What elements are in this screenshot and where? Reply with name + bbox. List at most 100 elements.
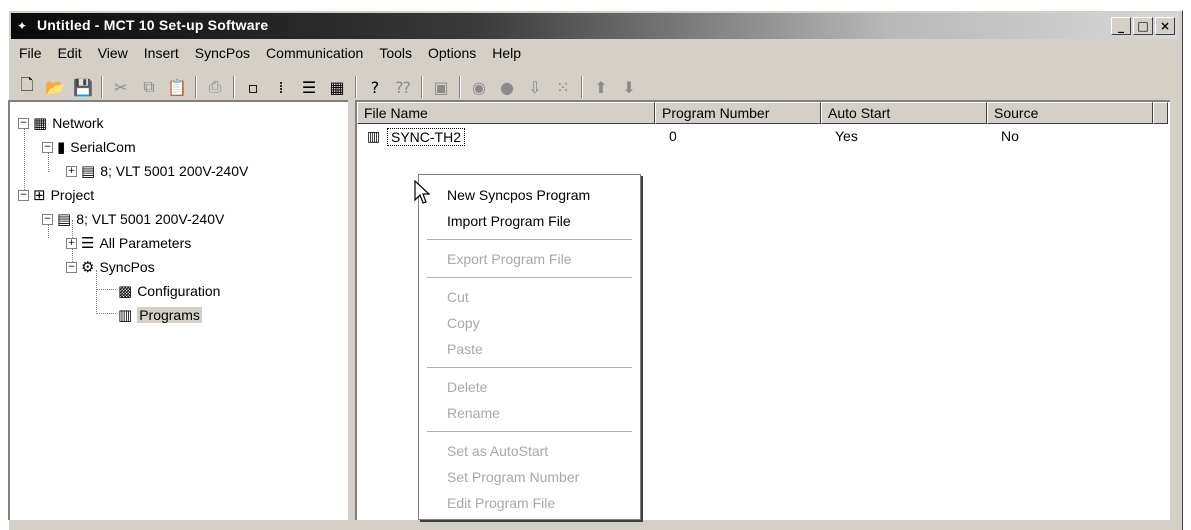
menu-item-new-syncpos-program[interactable]: New Syncpos Program — [447, 187, 590, 203]
large-icons-icon[interactable]: ▫ — [241, 75, 265, 99]
tree-item-syncpos[interactable]: − ⚙ SyncPos — [66, 256, 155, 278]
menu-edit[interactable]: Edit — [50, 43, 90, 65]
syncpos-icon: ⚙ — [81, 258, 95, 276]
menu-separator — [427, 431, 632, 433]
details-view-icon[interactable]: ▦ — [325, 75, 349, 99]
toolbar: 🗋 📂 💾 ✂ ⧉ 📋 ⎙ ▫ ⁞ ☰ ▦? ⁇ ▣ ◉ ● ⇩ ⁙ ⬆ ⬇ — [15, 73, 785, 101]
collapse-toggle[interactable]: − — [42, 141, 53, 153]
menu-item-cut: Cut — [447, 289, 469, 305]
help-icon[interactable]: ? — [363, 75, 387, 99]
tree-line — [96, 313, 116, 314]
menu-item-export-program-file: Export Program File — [447, 251, 572, 267]
tree-item-configuration[interactable]: ▩ Configuration — [118, 280, 220, 302]
menu-separator — [427, 367, 632, 369]
menu-view[interactable]: View — [90, 43, 136, 65]
parameters-icon: ☰ — [81, 234, 95, 252]
move-down-icon: ⬇ — [622, 77, 636, 97]
expand-toggle[interactable]: + — [66, 237, 77, 249]
tree-item-all-parameters[interactable]: + ☰ All Parameters — [66, 232, 191, 254]
collapse-toggle[interactable]: − — [66, 261, 77, 273]
menu-file[interactable]: File — [11, 43, 50, 65]
menu-tools[interactable]: Tools — [371, 43, 420, 65]
tree-item-label: Programs — [137, 307, 202, 323]
drive-icon: ▤ — [57, 210, 72, 228]
tree-item-label: All Parameters — [99, 235, 192, 251]
column-header-filler — [1153, 102, 1168, 124]
download-icon: ⇩ — [528, 77, 542, 97]
maximize-button[interactable]: □ — [1133, 17, 1153, 35]
close-button[interactable]: × — [1155, 17, 1175, 35]
collapse-toggle[interactable]: − — [42, 213, 53, 225]
toolbar-separator — [195, 76, 197, 98]
move-up-icon: ⬆ — [594, 77, 608, 97]
network-icon: ▦ — [33, 114, 48, 132]
print-icon: ⎙ — [208, 77, 222, 96]
tree-item-label: Project — [50, 187, 95, 203]
column-header-auto-start[interactable]: Auto Start — [821, 102, 987, 124]
menu-separator — [427, 239, 632, 241]
open-folder-icon[interactable]: 📂 — [43, 75, 67, 99]
menu-separator — [427, 277, 632, 279]
tree-item-network[interactable]: − ▦ Network — [18, 112, 104, 134]
menu-bar: File Edit View Insert SyncPos Communicat… — [11, 43, 529, 65]
app-icon: ✦ — [17, 19, 28, 33]
configuration-icon: ▩ — [118, 282, 133, 300]
tree-item-label: SyncPos — [99, 259, 155, 275]
source-cell: No — [1001, 128, 1019, 144]
menu-item-delete: Delete — [447, 379, 488, 395]
tree-item-project[interactable]: − ⊞ Project — [18, 184, 94, 206]
menu-item-paste: Paste — [447, 341, 483, 357]
mouse-cursor-icon — [414, 180, 430, 204]
column-header-source[interactable]: Source — [987, 102, 1153, 124]
new-file-icon[interactable]: 🗋 — [15, 75, 39, 99]
tree-item-label: Configuration — [137, 283, 221, 299]
project-icon: ⊞ — [33, 186, 46, 204]
tree-item-label: Network — [52, 115, 104, 131]
tree-item-network-device[interactable]: + ▤ 8; VLT 5001 200V-240V — [66, 160, 248, 182]
toolbar-separator — [459, 76, 461, 98]
tree-item-label: 8; VLT 5001 200V-240V — [100, 163, 249, 179]
tree-item-programs[interactable]: ▥ Programs — [118, 304, 202, 326]
collapse-toggle[interactable]: − — [18, 189, 29, 201]
small-icons-icon[interactable]: ⁞ — [269, 75, 293, 99]
column-header-file-name[interactable]: File Name — [357, 102, 655, 124]
list-view-icon[interactable]: ☰ — [297, 75, 321, 99]
title-bar: ✦ Untitled - MCT 10 Set-up Software _ □ … — [11, 13, 1179, 39]
drive-icon: ▤ — [81, 162, 96, 180]
toolbar-separator — [421, 76, 423, 98]
network-tree-pane[interactable]: − ▦ Network − ▮ SerialCom + ▤ 8; VLT 500… — [8, 100, 348, 520]
menu-communication[interactable]: Communication — [258, 43, 371, 65]
table-row[interactable]: ▥ SYNC-TH2 0 Yes No — [357, 126, 1168, 148]
menu-syncpos[interactable]: SyncPos — [187, 43, 258, 65]
tree-item-label: SerialCom — [70, 139, 136, 155]
minimize-button[interactable]: _ — [1111, 17, 1131, 35]
collapse-toggle[interactable]: − — [18, 117, 29, 129]
column-header-program-number[interactable]: Program Number — [655, 102, 821, 124]
program-file-icon: ▥ — [367, 128, 381, 144]
file-name-cell[interactable]: SYNC-TH2 — [387, 128, 466, 146]
stop-icon: ● — [500, 77, 514, 97]
menu-item-import-program-file[interactable]: Import Program File — [447, 213, 571, 229]
column-headers: File Name Program Number Auto Start Sour… — [357, 102, 1168, 124]
tree-item-project-device[interactable]: − ▤ 8; VLT 5001 200V-240V — [42, 208, 224, 230]
menu-item-edit-program-file: Edit Program File — [447, 495, 556, 511]
auto-start-cell: Yes — [835, 128, 858, 144]
expand-toggle[interactable]: + — [66, 165, 77, 177]
device-icon: ▣ — [433, 77, 449, 97]
context-help-icon: ⁇ — [395, 77, 411, 97]
menu-insert[interactable]: Insert — [136, 43, 187, 65]
tree-item-serialcom[interactable]: − ▮ SerialCom — [42, 136, 136, 158]
connect-icon: ◉ — [472, 77, 486, 97]
window-title: Untitled - MCT 10 Set-up Software — [37, 17, 269, 33]
toolbar-separator — [355, 76, 357, 98]
menu-options[interactable]: Options — [420, 43, 484, 65]
serial-port-icon: ▮ — [57, 138, 66, 156]
menu-item-set-as-autostart: Set as AutoStart — [447, 443, 549, 459]
save-icon[interactable]: 💾 — [71, 75, 95, 99]
tree-line — [96, 289, 116, 290]
toolbar-separator — [581, 76, 583, 98]
window-controls: _ □ × — [1111, 17, 1175, 35]
menu-help[interactable]: Help — [484, 43, 529, 65]
program-number-cell: 0 — [669, 128, 677, 144]
menu-item-copy: Copy — [447, 315, 480, 331]
